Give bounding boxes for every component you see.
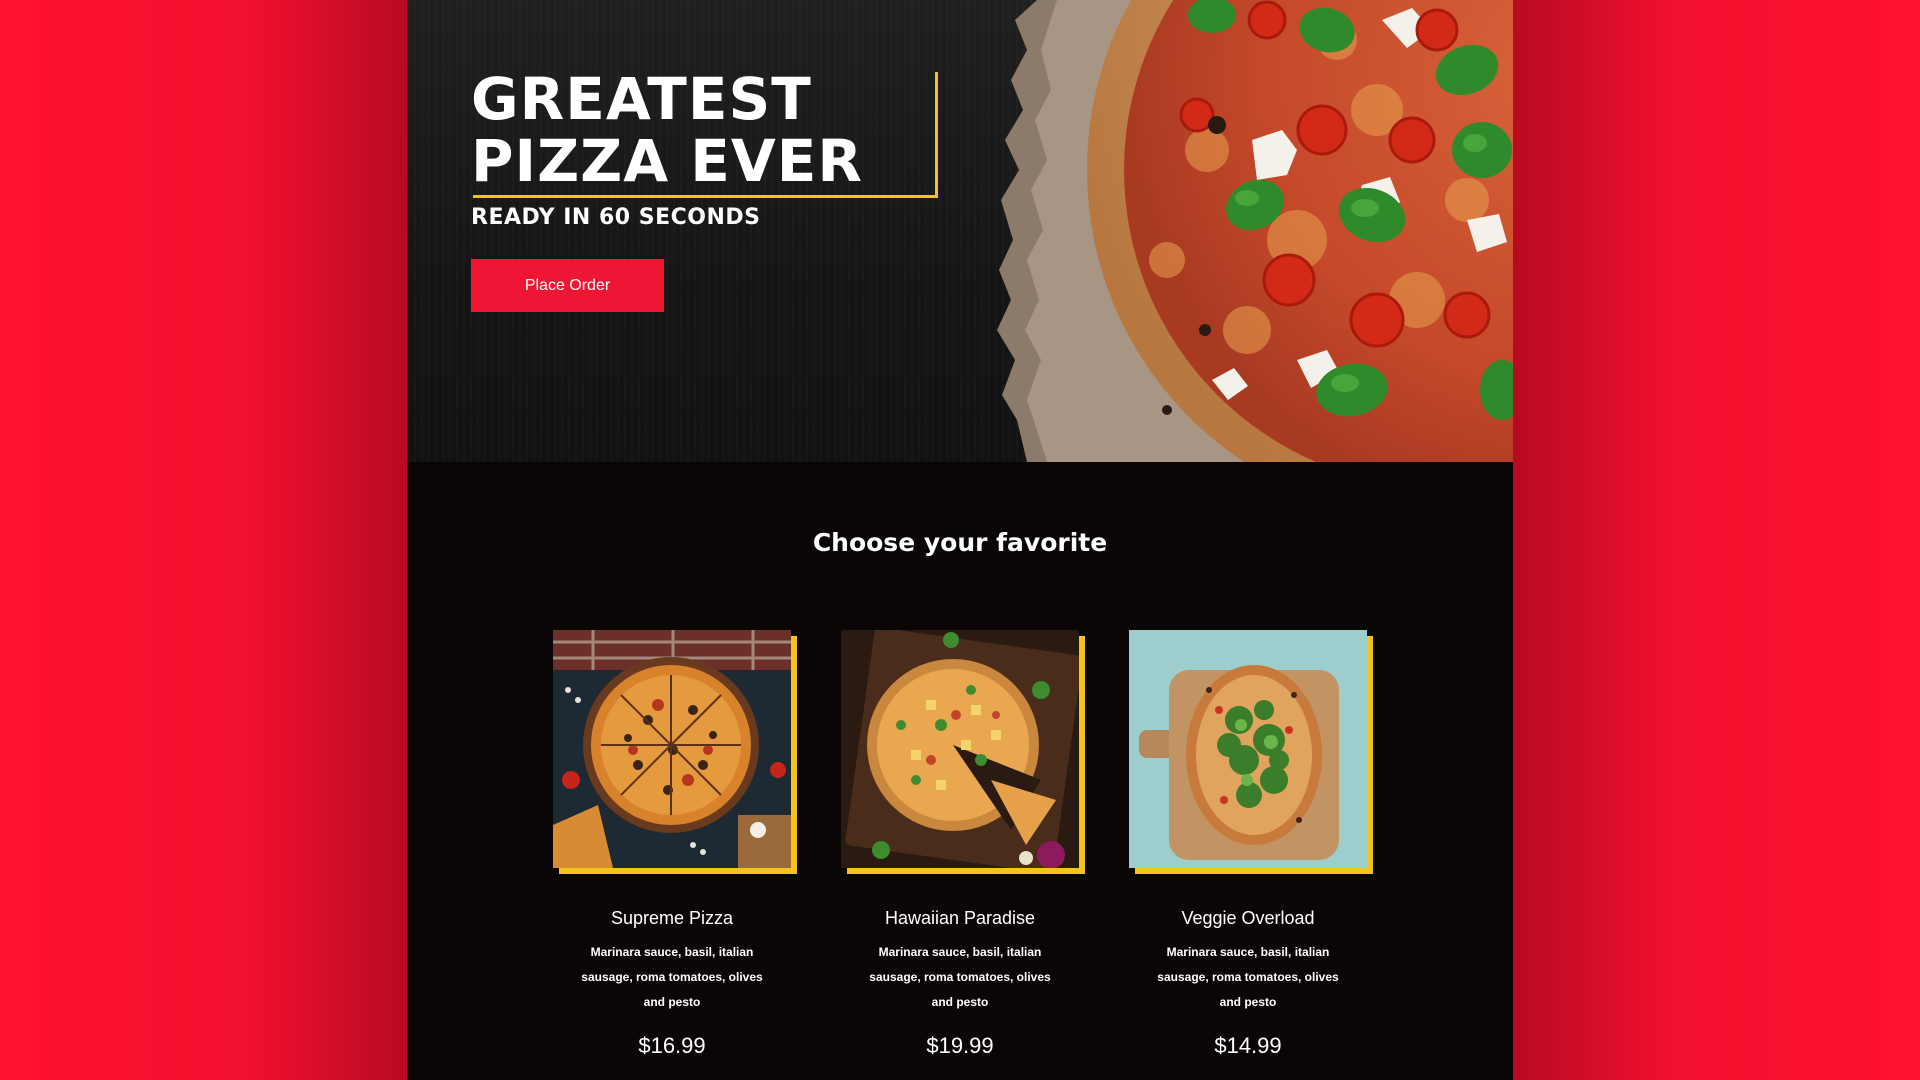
place-order-button[interactable]: Place Order: [471, 259, 664, 312]
background-left: [0, 0, 407, 1080]
hawaiian-pizza-image[interactable]: [841, 630, 1079, 868]
card-description: Marinara sauce, basil, italian sausage, …: [1157, 945, 1339, 1009]
background-right: [1513, 0, 1920, 1080]
landing-page: GREATEST PIZZA EVER READY IN 60 SECONDS …: [407, 0, 1513, 1080]
card-image-frame: [841, 630, 1086, 875]
card-price: $16.99: [638, 1033, 706, 1058]
card-price: $19.99: [926, 1033, 994, 1058]
card-image-frame: [553, 630, 798, 875]
card-image-frame: [1129, 630, 1374, 875]
hero-title: GREATEST PIZZA EVER: [471, 68, 863, 192]
menu-card-hawaiian[interactable]: Hawaiian Paradise Marinara sauce, basil,…: [841, 630, 1101, 1080]
card-description: Marinara sauce, basil, italian sausage, …: [869, 945, 1051, 1009]
hero-title-line2: PIZZA EVER: [471, 127, 864, 195]
card-title: Hawaiian Paradise: [884, 908, 1036, 928]
hero-title-line1: GREATEST: [471, 65, 812, 133]
menu-card-supreme[interactable]: Supreme Pizza Marinara sauce, basil, ita…: [553, 630, 813, 1080]
card-price: $14.99: [1214, 1033, 1282, 1058]
hero-pizza-image: [997, 0, 1513, 462]
hero-title-block: GREATEST PIZZA EVER: [471, 68, 863, 192]
veggie-pizza-image[interactable]: [1129, 630, 1367, 868]
hero-subtitle: READY IN 60 SECONDS: [471, 205, 761, 230]
supreme-pizza-image[interactable]: [553, 630, 791, 868]
title-frame-bottom: [473, 195, 938, 198]
title-frame-right: [935, 72, 938, 198]
menu-heading: Choose your favorite: [812, 528, 1108, 557]
card-title: Supreme Pizza: [610, 908, 734, 928]
menu-card-veggie[interactable]: Veggie Overload Marinara sauce, basil, i…: [1129, 630, 1389, 1080]
card-title: Veggie Overload: [1181, 908, 1315, 928]
hero-section: GREATEST PIZZA EVER READY IN 60 SECONDS …: [407, 0, 1513, 462]
card-description: Marinara sauce, basil, italian sausage, …: [581, 945, 763, 1009]
